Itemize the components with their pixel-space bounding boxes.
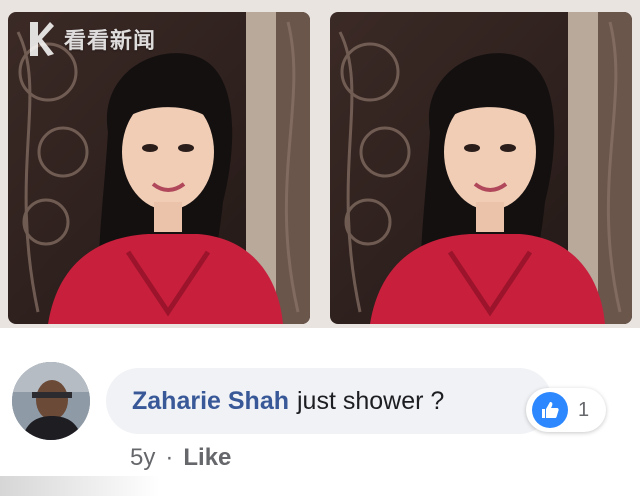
photo-right[interactable] xyxy=(330,12,632,324)
comment-text: just shower ? xyxy=(297,386,445,415)
reaction-summary[interactable]: 1 xyxy=(526,388,606,432)
watermark: 看看新闻 xyxy=(26,20,156,58)
photo-left[interactable] xyxy=(8,12,310,324)
bottom-edge xyxy=(0,476,160,496)
comment-author[interactable]: Zaharie Shah xyxy=(132,387,289,416)
comment-age[interactable]: 5y xyxy=(130,444,155,472)
portrait-image xyxy=(330,12,632,324)
comment-bubble: Zaharie Shah just shower ? xyxy=(106,368,552,434)
avatar-image xyxy=(12,362,90,440)
reaction-count: 1 xyxy=(578,398,590,421)
watermark-text: 看看新闻 xyxy=(64,29,157,54)
photo-strip: 看看新闻 xyxy=(0,0,640,328)
meta-separator: · xyxy=(165,444,174,471)
like-link[interactable]: Like xyxy=(183,444,231,472)
comment: Zaharie Shah just shower ? 1 5y · Like xyxy=(0,328,640,496)
comment-meta: 5y · Like xyxy=(130,444,231,472)
avatar[interactable] xyxy=(12,362,90,440)
portrait-image xyxy=(8,12,310,324)
thumbs-up-icon xyxy=(532,392,568,428)
kankan-logo-icon xyxy=(30,22,54,56)
